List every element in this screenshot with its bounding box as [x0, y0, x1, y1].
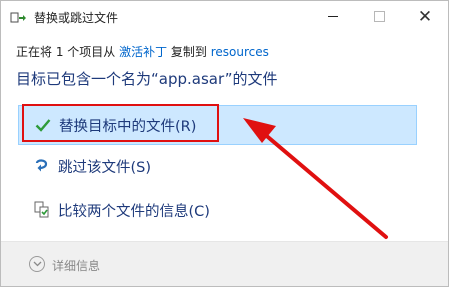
compare-files-option[interactable]: 比较两个文件的信息(C)	[18, 190, 417, 230]
details-label: 详细信息	[52, 259, 101, 273]
dialog-footer: 详细信息	[1, 242, 448, 286]
window-title: 替换或跳过文件	[34, 11, 119, 25]
compare-files-label: 比较两个文件的信息(C)	[58, 203, 210, 220]
chevron-down-icon	[33, 261, 41, 267]
replace-file-option[interactable]: 替换目标中的文件(R)	[18, 105, 417, 145]
maximize-icon	[373, 11, 385, 22]
replace-file-label: 替换目标中的文件(R)	[59, 118, 197, 135]
destination-folder-link[interactable]: resources	[211, 45, 269, 59]
maximize-button[interactable]	[356, 1, 402, 32]
skip-file-label: 跳过该文件(S)	[58, 159, 152, 176]
source-folder-link[interactable]: 激活补丁	[119, 45, 167, 59]
minimize-icon	[328, 16, 338, 17]
skip-arrow-icon	[32, 156, 52, 176]
close-button[interactable]: ✕	[402, 1, 448, 32]
compare-files-icon	[32, 200, 52, 220]
title-bar: 替换或跳过文件 ✕	[1, 1, 448, 32]
copy-info-middle: 复制到	[167, 45, 211, 59]
copy-file-icon	[10, 10, 28, 24]
copy-info-prefix: 正在将 1 个项目从	[16, 45, 120, 59]
copy-info: 正在将 1 个项目从 激活补丁 复制到 resources	[16, 43, 269, 60]
dialog-window: 替换或跳过文件 ✕ 正在将 1 个项目从 激活补丁 复制到 resources …	[0, 0, 449, 287]
close-icon: ✕	[417, 6, 433, 27]
conflict-heading: 目标已包含一个名为“app.asar”的文件	[16, 70, 278, 88]
minimize-button[interactable]	[310, 1, 356, 32]
checkmark-icon	[33, 115, 53, 135]
details-toggle-button[interactable]	[29, 256, 45, 272]
skip-file-option[interactable]: 跳过该文件(S)	[18, 146, 417, 186]
